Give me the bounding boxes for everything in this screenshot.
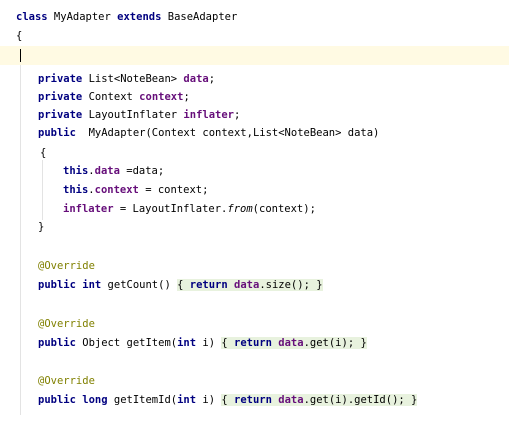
param: i) [196,337,222,349]
method-signature: getCount() [101,279,178,291]
code-editor[interactable]: class MyAdapter extends BaseAdapter { pr… [0,0,509,428]
semicolon: ; [183,91,190,103]
semicolon: ; [208,73,216,85]
override-annotation: @Override [38,260,95,272]
param: i) [196,394,222,406]
code-line-annotation[interactable]: @Override [38,315,95,334]
code-line-class-declaration[interactable]: class MyAdapter extends BaseAdapter [16,8,237,27]
brace: } [316,279,323,291]
keyword-return: return [183,279,228,291]
current-line-highlight [0,46,509,65]
field-name: data [183,73,209,85]
code-line-get-item[interactable]: public Object getItem(int i) { return da… [38,334,367,353]
keyword-private: private [38,73,83,85]
assignment: = context; [138,184,209,196]
type-name: LayoutInflater [82,109,184,121]
code-line-constructor[interactable]: public MyAdapter(Context context,List<No… [38,124,379,143]
code-line-annotation[interactable]: @Override [38,257,95,276]
text-cursor [20,49,21,62]
code-line-assign-data[interactable]: this.data =data; [63,162,164,181]
keyword-this: this [63,184,89,196]
indent-guide [20,65,21,415]
folded-region[interactable]: { return data.get(i); } [221,337,367,349]
brace: { [40,147,47,159]
keyword-extends: extends [117,11,162,23]
keyword-return: return [227,337,272,349]
brace: } [38,221,45,233]
keyword-class: class [16,11,48,23]
code-line-field-context[interactable]: private Context context; [38,88,190,107]
base-class-name: BaseAdapter [161,11,238,23]
indent-guide [42,160,43,220]
field-name: data [94,165,120,177]
keyword-public: public [38,279,76,291]
keyword-public: public [38,394,76,406]
keyword-public: public [38,127,76,139]
keyword-int: int [177,337,197,349]
field-name: context [94,184,139,196]
assignment: =data; [119,165,165,177]
keyword-int: int [177,394,197,406]
field-name: inflater [183,109,234,121]
field-name: data [278,394,304,406]
constructor-signature: MyAdapter(Context context,List<NoteBean>… [75,127,380,139]
type-name: List<NoteBean> [82,73,184,85]
code-line-close-brace[interactable]: } [38,218,44,237]
field-name: context [139,91,184,103]
assignment: = LayoutInflater. [113,203,228,215]
keyword-private: private [38,109,83,121]
keyword-this: this [63,165,89,177]
code-line-assign-inflater[interactable]: inflater = LayoutInflater.from(context); [63,200,316,219]
brace: } [360,337,367,349]
code-line-open-brace[interactable]: { [16,27,22,46]
keyword-int: int [75,279,102,291]
brace: { [16,30,23,42]
method-signature: getItemId( [107,394,178,406]
class-name: MyAdapter [47,11,118,23]
folded-region[interactable]: { return data.size(); } [177,279,323,291]
method-call: .get(i).getId(); [303,394,412,406]
method-call: .size(); [259,279,317,291]
code-line-get-count[interactable]: public int getCount() { return data.size… [38,276,323,295]
keyword-public: public [38,337,76,349]
code-line-assign-context[interactable]: this.context = context; [63,181,208,200]
method-signature: Object getItem( [75,337,178,349]
call-args: (context); [252,203,316,215]
code-line-get-item-id[interactable]: public long getItemId(int i) { return da… [38,391,418,410]
field-name: data [234,279,260,291]
brace: } [411,394,418,406]
keyword-private: private [38,91,83,103]
folded-region[interactable]: { return data.get(i).getId(); } [221,394,418,406]
code-line-open-brace[interactable]: { [40,144,46,163]
override-annotation: @Override [38,375,95,387]
keyword-long: long [75,394,108,406]
static-method-name: from [227,203,253,215]
semicolon: ; [234,109,241,121]
override-annotation: @Override [38,318,95,330]
code-line-field-inflater[interactable]: private LayoutInflater inflater; [38,106,240,125]
type-name: Context [82,91,140,103]
keyword-return: return [227,394,272,406]
code-line-field-data[interactable]: private List<NoteBean> data; [38,70,215,89]
code-line-annotation[interactable]: @Override [38,372,95,391]
method-call: .get(i); [303,337,361,349]
field-name: inflater [63,203,114,215]
field-name: data [278,337,304,349]
